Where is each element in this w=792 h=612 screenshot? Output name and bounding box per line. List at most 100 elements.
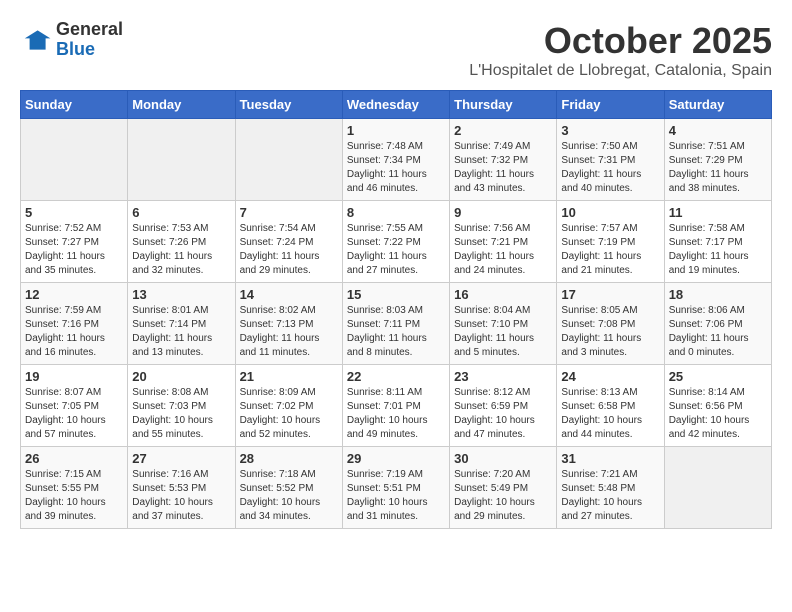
calendar-cell: 6 Sunrise: 7:53 AM Sunset: 7:26 PM Daylig… bbox=[128, 201, 235, 283]
day-info: Sunrise: 8:05 AM Sunset: 7:08 PM Dayligh… bbox=[561, 304, 659, 360]
calendar-cell: 31 Sunrise: 7:21 AM Sunset: 5:48 PM Dayli… bbox=[557, 447, 664, 529]
day-number: 28 bbox=[240, 451, 338, 466]
day-info: Sunrise: 7:58 AM Sunset: 7:17 PM Dayligh… bbox=[669, 222, 767, 278]
calendar-cell: 9 Sunrise: 7:56 AM Sunset: 7:21 PM Daylig… bbox=[450, 201, 557, 283]
title-block: October 2025 L'Hospitalet de Llobregat, … bbox=[469, 20, 772, 80]
day-info: Sunrise: 7:57 AM Sunset: 7:19 PM Dayligh… bbox=[561, 222, 659, 278]
day-number: 1 bbox=[347, 123, 445, 138]
day-info: Sunrise: 7:53 AM Sunset: 7:26 PM Dayligh… bbox=[132, 222, 230, 278]
day-info: Sunrise: 7:20 AM Sunset: 5:49 PM Dayligh… bbox=[454, 468, 552, 524]
day-number: 5 bbox=[25, 205, 123, 220]
day-info: Sunrise: 8:12 AM Sunset: 6:59 PM Dayligh… bbox=[454, 386, 552, 442]
calendar-cell: 23 Sunrise: 8:12 AM Sunset: 6:59 PM Dayli… bbox=[450, 365, 557, 447]
day-number: 12 bbox=[25, 287, 123, 302]
day-number: 2 bbox=[454, 123, 552, 138]
calendar-cell: 12 Sunrise: 7:59 AM Sunset: 7:16 PM Dayli… bbox=[21, 283, 128, 365]
calendar-week-row: 1Sunrise: 7:48 AM Sunset: 7:34 PM Daylig… bbox=[21, 119, 772, 201]
page-header: General Blue October 2025 L'Hospitalet d… bbox=[20, 20, 772, 80]
weekday-header: Monday bbox=[128, 91, 235, 119]
day-info: Sunrise: 8:06 AM Sunset: 7:06 PM Dayligh… bbox=[669, 304, 767, 360]
day-info: Sunrise: 8:13 AM Sunset: 6:58 PM Dayligh… bbox=[561, 386, 659, 442]
day-number: 26 bbox=[25, 451, 123, 466]
calendar-week-row: 19Sunrise: 8:07 AM Sunset: 7:05 PM Dayli… bbox=[21, 365, 772, 447]
calendar-cell: 19Sunrise: 8:07 AM Sunset: 7:05 PM Dayli… bbox=[21, 365, 128, 447]
calendar-week-row: 12 Sunrise: 7:59 AM Sunset: 7:16 PM Dayli… bbox=[21, 283, 772, 365]
location-title: L'Hospitalet de Llobregat, Catalonia, Sp… bbox=[469, 62, 772, 80]
day-info: Sunrise: 7:49 AM Sunset: 7:32 PM Dayligh… bbox=[454, 140, 552, 196]
day-number: 19 bbox=[25, 369, 123, 384]
day-info: Sunrise: 7:19 AM Sunset: 5:51 PM Dayligh… bbox=[347, 468, 445, 524]
day-info: Sunrise: 8:11 AM Sunset: 7:01 PM Dayligh… bbox=[347, 386, 445, 442]
calendar-header: SundayMondayTuesdayWednesdayThursdayFrid… bbox=[21, 91, 772, 119]
day-info: Sunrise: 8:08 AM Sunset: 7:03 PM Dayligh… bbox=[132, 386, 230, 442]
day-number: 10 bbox=[561, 205, 659, 220]
day-number: 31 bbox=[561, 451, 659, 466]
calendar-week-row: 5 Sunrise: 7:52 AM Sunset: 7:27 PM Daylig… bbox=[21, 201, 772, 283]
day-number: 27 bbox=[132, 451, 230, 466]
calendar-cell bbox=[21, 119, 128, 201]
calendar-cell: 10 Sunrise: 7:57 AM Sunset: 7:19 PM Dayli… bbox=[557, 201, 664, 283]
weekday-header: Thursday bbox=[450, 91, 557, 119]
day-info: Sunrise: 7:51 AM Sunset: 7:29 PM Dayligh… bbox=[669, 140, 767, 196]
day-number: 18 bbox=[669, 287, 767, 302]
day-info: Sunrise: 7:15 AM Sunset: 5:55 PM Dayligh… bbox=[25, 468, 123, 524]
weekday-header: Friday bbox=[557, 91, 664, 119]
day-number: 17 bbox=[561, 287, 659, 302]
day-number: 13 bbox=[132, 287, 230, 302]
calendar-cell: 8Sunrise: 7:55 AM Sunset: 7:22 PM Daylig… bbox=[342, 201, 449, 283]
calendar-cell: 30 Sunrise: 7:20 AM Sunset: 5:49 PM Dayli… bbox=[450, 447, 557, 529]
day-number: 14 bbox=[240, 287, 338, 302]
day-number: 11 bbox=[669, 205, 767, 220]
calendar-cell: 7Sunrise: 7:54 AM Sunset: 7:24 PM Daylig… bbox=[235, 201, 342, 283]
day-info: Sunrise: 7:59 AM Sunset: 7:16 PM Dayligh… bbox=[25, 304, 123, 360]
weekday-header: Saturday bbox=[664, 91, 771, 119]
calendar-table: SundayMondayTuesdayWednesdayThursdayFrid… bbox=[20, 90, 772, 529]
day-number: 29 bbox=[347, 451, 445, 466]
day-info: Sunrise: 7:54 AM Sunset: 7:24 PM Dayligh… bbox=[240, 222, 338, 278]
day-info: Sunrise: 8:03 AM Sunset: 7:11 PM Dayligh… bbox=[347, 304, 445, 360]
day-number: 22 bbox=[347, 369, 445, 384]
day-number: 6 bbox=[132, 205, 230, 220]
day-info: Sunrise: 8:04 AM Sunset: 7:10 PM Dayligh… bbox=[454, 304, 552, 360]
day-info: Sunrise: 8:01 AM Sunset: 7:14 PM Dayligh… bbox=[132, 304, 230, 360]
calendar-cell: 1Sunrise: 7:48 AM Sunset: 7:34 PM Daylig… bbox=[342, 119, 449, 201]
calendar-body: 1Sunrise: 7:48 AM Sunset: 7:34 PM Daylig… bbox=[21, 119, 772, 529]
calendar-week-row: 26 Sunrise: 7:15 AM Sunset: 5:55 PM Dayli… bbox=[21, 447, 772, 529]
calendar-cell: 18 Sunrise: 8:06 AM Sunset: 7:06 PM Dayli… bbox=[664, 283, 771, 365]
calendar-cell: 25Sunrise: 8:14 AM Sunset: 6:56 PM Dayli… bbox=[664, 365, 771, 447]
day-info: Sunrise: 7:50 AM Sunset: 7:31 PM Dayligh… bbox=[561, 140, 659, 196]
weekday-header: Tuesday bbox=[235, 91, 342, 119]
day-number: 3 bbox=[561, 123, 659, 138]
logo-icon bbox=[20, 24, 52, 56]
calendar-cell: 26 Sunrise: 7:15 AM Sunset: 5:55 PM Dayli… bbox=[21, 447, 128, 529]
calendar-cell: 4Sunrise: 7:51 AM Sunset: 7:29 PM Daylig… bbox=[664, 119, 771, 201]
calendar-cell: 13 Sunrise: 8:01 AM Sunset: 7:14 PM Dayli… bbox=[128, 283, 235, 365]
day-info: Sunrise: 7:55 AM Sunset: 7:22 PM Dayligh… bbox=[347, 222, 445, 278]
day-number: 15 bbox=[347, 287, 445, 302]
calendar-cell: 17 Sunrise: 8:05 AM Sunset: 7:08 PM Dayli… bbox=[557, 283, 664, 365]
logo-text: General Blue bbox=[56, 20, 123, 60]
calendar-cell: 24Sunrise: 8:13 AM Sunset: 6:58 PM Dayli… bbox=[557, 365, 664, 447]
day-number: 21 bbox=[240, 369, 338, 384]
calendar-cell: 14Sunrise: 8:02 AM Sunset: 7:13 PM Dayli… bbox=[235, 283, 342, 365]
calendar-cell: 27 Sunrise: 7:16 AM Sunset: 5:53 PM Dayli… bbox=[128, 447, 235, 529]
logo-blue: Blue bbox=[56, 40, 123, 60]
calendar-cell bbox=[664, 447, 771, 529]
calendar-cell: 28Sunrise: 7:18 AM Sunset: 5:52 PM Dayli… bbox=[235, 447, 342, 529]
day-number: 23 bbox=[454, 369, 552, 384]
calendar-cell: 2 Sunrise: 7:49 AM Sunset: 7:32 PM Daylig… bbox=[450, 119, 557, 201]
day-info: Sunrise: 8:09 AM Sunset: 7:02 PM Dayligh… bbox=[240, 386, 338, 442]
weekday-header-row: SundayMondayTuesdayWednesdayThursdayFrid… bbox=[21, 91, 772, 119]
calendar-cell: 15 Sunrise: 8:03 AM Sunset: 7:11 PM Dayli… bbox=[342, 283, 449, 365]
day-info: Sunrise: 7:21 AM Sunset: 5:48 PM Dayligh… bbox=[561, 468, 659, 524]
calendar-cell bbox=[235, 119, 342, 201]
day-info: Sunrise: 7:16 AM Sunset: 5:53 PM Dayligh… bbox=[132, 468, 230, 524]
weekday-header: Wednesday bbox=[342, 91, 449, 119]
day-info: Sunrise: 7:56 AM Sunset: 7:21 PM Dayligh… bbox=[454, 222, 552, 278]
calendar-cell: 20Sunrise: 8:08 AM Sunset: 7:03 PM Dayli… bbox=[128, 365, 235, 447]
day-number: 9 bbox=[454, 205, 552, 220]
day-info: Sunrise: 7:52 AM Sunset: 7:27 PM Dayligh… bbox=[25, 222, 123, 278]
calendar-cell: 16Sunrise: 8:04 AM Sunset: 7:10 PM Dayli… bbox=[450, 283, 557, 365]
calendar-cell: 11 Sunrise: 7:58 AM Sunset: 7:17 PM Dayli… bbox=[664, 201, 771, 283]
day-number: 30 bbox=[454, 451, 552, 466]
